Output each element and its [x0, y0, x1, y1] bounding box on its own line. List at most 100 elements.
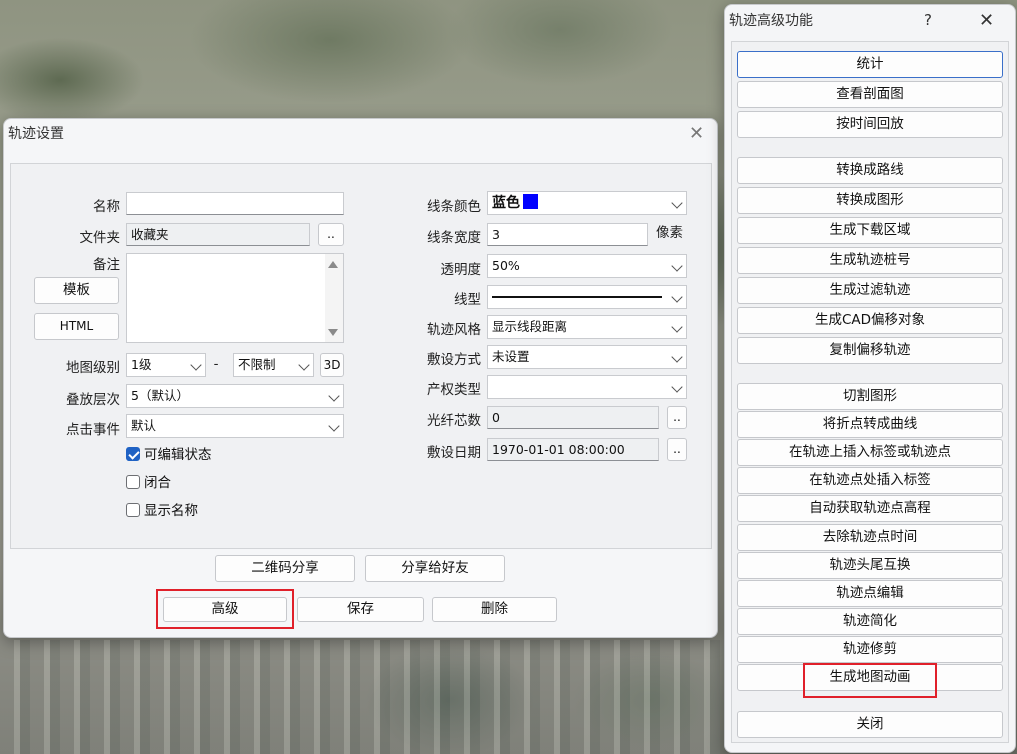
color-swatch	[523, 194, 538, 209]
line-width-input[interactable]: 3	[487, 223, 648, 246]
notes-textarea[interactable]	[126, 253, 344, 343]
line-type-label: 线型	[454, 292, 481, 308]
dialog-title: 轨迹设置	[8, 126, 64, 142]
share-friend-button[interactable]: 分享给好友	[365, 555, 505, 582]
name-input[interactable]	[126, 192, 344, 215]
closed-checkbox[interactable]	[126, 475, 140, 489]
map-level-max-value: 不限制	[238, 357, 276, 372]
chevron-down-icon	[671, 197, 683, 209]
laying-method-value: 未设置	[492, 349, 530, 364]
scroll-up-icon[interactable]	[328, 261, 338, 268]
3d-button[interactable]: 3D	[320, 353, 344, 377]
layer-select[interactable]: 5（默认）	[126, 384, 344, 408]
laying-date-field: 1970-01-01 08:00:00	[487, 438, 659, 461]
advanced-function-button[interactable]: 生成CAD偏移对象	[737, 307, 1003, 334]
qr-share-button[interactable]: 二维码分享	[215, 555, 355, 582]
map-level-max-select[interactable]: 不限制	[233, 353, 314, 377]
chevron-down-icon	[671, 321, 683, 333]
advanced-function-button[interactable]: 自动获取轨迹点高程	[737, 495, 1003, 522]
property-type-select[interactable]	[487, 375, 687, 399]
folder-browse-button[interactable]: ..	[318, 223, 344, 246]
click-event-value: 默认	[131, 418, 157, 433]
advanced-function-button[interactable]: 查看剖面图	[737, 81, 1003, 108]
map-level-separator: -	[213, 356, 219, 372]
line-type-select[interactable]	[487, 285, 687, 309]
advanced-function-button[interactable]: 复制偏移轨迹	[737, 337, 1003, 364]
line-color-select[interactable]: 蓝色	[487, 191, 687, 215]
map-level-min-select[interactable]: 1级	[126, 353, 206, 377]
advanced-function-button[interactable]: 生成下载区域	[737, 217, 1003, 244]
line-color-label: 线条颜色	[427, 199, 481, 215]
map-level-min-value: 1级	[131, 357, 152, 372]
layer-value: 5（默认）	[131, 388, 189, 403]
show-name-checkbox-label: 显示名称	[144, 503, 198, 519]
track-style-select[interactable]: 显示线段距离	[487, 315, 687, 339]
advanced-function-button[interactable]: 在轨迹上插入标签或轨迹点	[737, 439, 1003, 466]
show-name-checkbox-row[interactable]: 显示名称	[126, 502, 198, 520]
opacity-select[interactable]: 50%	[487, 254, 687, 278]
close-icon[interactable]: ✕	[979, 10, 994, 31]
show-name-checkbox[interactable]	[126, 503, 140, 517]
advanced-function-button[interactable]: 轨迹头尾互换	[737, 552, 1003, 579]
name-label: 名称	[93, 199, 120, 215]
chevron-down-icon	[671, 351, 683, 363]
advanced-function-button[interactable]: 在轨迹点处插入标签	[737, 467, 1003, 494]
folder-field: 收藏夹	[126, 223, 310, 246]
advanced-function-button[interactable]: 轨迹修剪	[737, 636, 1003, 663]
chevron-down-icon	[190, 359, 202, 371]
chevron-down-icon	[671, 291, 683, 303]
click-event-select[interactable]: 默认	[126, 414, 344, 438]
advanced-function-button[interactable]: 统计	[737, 51, 1003, 78]
advanced-function-button[interactable]: 转换成路线	[737, 157, 1003, 184]
fiber-count-field: 0	[487, 406, 659, 429]
advanced-function-button[interactable]: 生成地图动画	[737, 664, 1003, 691]
laying-date-label: 敷设日期	[427, 445, 481, 461]
track-style-value: 显示线段距离	[492, 319, 568, 334]
map-level-label: 地图级别	[66, 360, 120, 376]
advanced-function-button[interactable]: 轨迹点编辑	[737, 580, 1003, 607]
laying-method-select[interactable]: 未设置	[487, 345, 687, 369]
template-button[interactable]: 模板	[34, 277, 119, 304]
closed-checkbox-row[interactable]: 闭合	[126, 474, 171, 492]
advanced-function-button[interactable]: 轨迹简化	[737, 608, 1003, 635]
chevron-down-icon	[328, 390, 340, 402]
help-icon[interactable]: ?	[924, 11, 932, 29]
track-style-label: 轨迹风格	[427, 322, 481, 338]
chevron-down-icon	[671, 260, 683, 272]
save-button[interactable]: 保存	[297, 597, 424, 622]
closed-checkbox-label: 闭合	[144, 475, 171, 491]
solid-line-sample	[492, 296, 662, 298]
click-event-label: 点击事件	[66, 422, 120, 438]
advanced-function-button[interactable]: 去除轨迹点时间	[737, 524, 1003, 551]
chevron-down-icon	[671, 381, 683, 393]
close-button[interactable]: 关闭	[737, 711, 1003, 738]
advanced-function-button[interactable]: 生成过滤轨迹	[737, 277, 1003, 304]
html-button[interactable]: HTML	[34, 313, 119, 340]
chevron-down-icon	[298, 359, 310, 371]
advanced-function-button[interactable]: 切割图形	[737, 383, 1003, 410]
layer-label: 叠放层次	[66, 392, 120, 408]
chevron-down-icon	[328, 420, 340, 432]
advanced-function-button[interactable]: 按时间回放	[737, 111, 1003, 138]
opacity-value: 50%	[492, 258, 520, 273]
fiber-count-label: 光纤芯数	[427, 413, 481, 429]
scroll-down-icon[interactable]	[328, 329, 338, 336]
editable-checkbox-label: 可编辑状态	[144, 447, 212, 463]
opacity-label: 透明度	[440, 262, 482, 278]
notes-label: 备注	[93, 257, 120, 273]
line-width-label: 线条宽度	[427, 230, 481, 246]
laying-date-browse-button[interactable]: ..	[667, 438, 687, 461]
line-width-unit: 像素	[656, 225, 683, 241]
line-color-value: 蓝色	[492, 195, 520, 211]
fiber-count-browse-button[interactable]: ..	[667, 406, 687, 429]
delete-button[interactable]: 删除	[432, 597, 557, 622]
dialog-title: 轨迹高级功能	[729, 13, 813, 29]
advanced-function-button[interactable]: 转换成图形	[737, 187, 1003, 214]
editable-checkbox-row[interactable]: 可编辑状态	[126, 446, 212, 464]
folder-label: 文件夹	[79, 230, 121, 246]
advanced-function-button[interactable]: 将折点转成曲线	[737, 411, 1003, 438]
close-icon[interactable]: ✕	[689, 123, 704, 144]
advanced-function-button[interactable]: 生成轨迹桩号	[737, 247, 1003, 274]
advanced-button[interactable]: 高级	[163, 597, 287, 622]
editable-checkbox[interactable]	[126, 447, 140, 461]
